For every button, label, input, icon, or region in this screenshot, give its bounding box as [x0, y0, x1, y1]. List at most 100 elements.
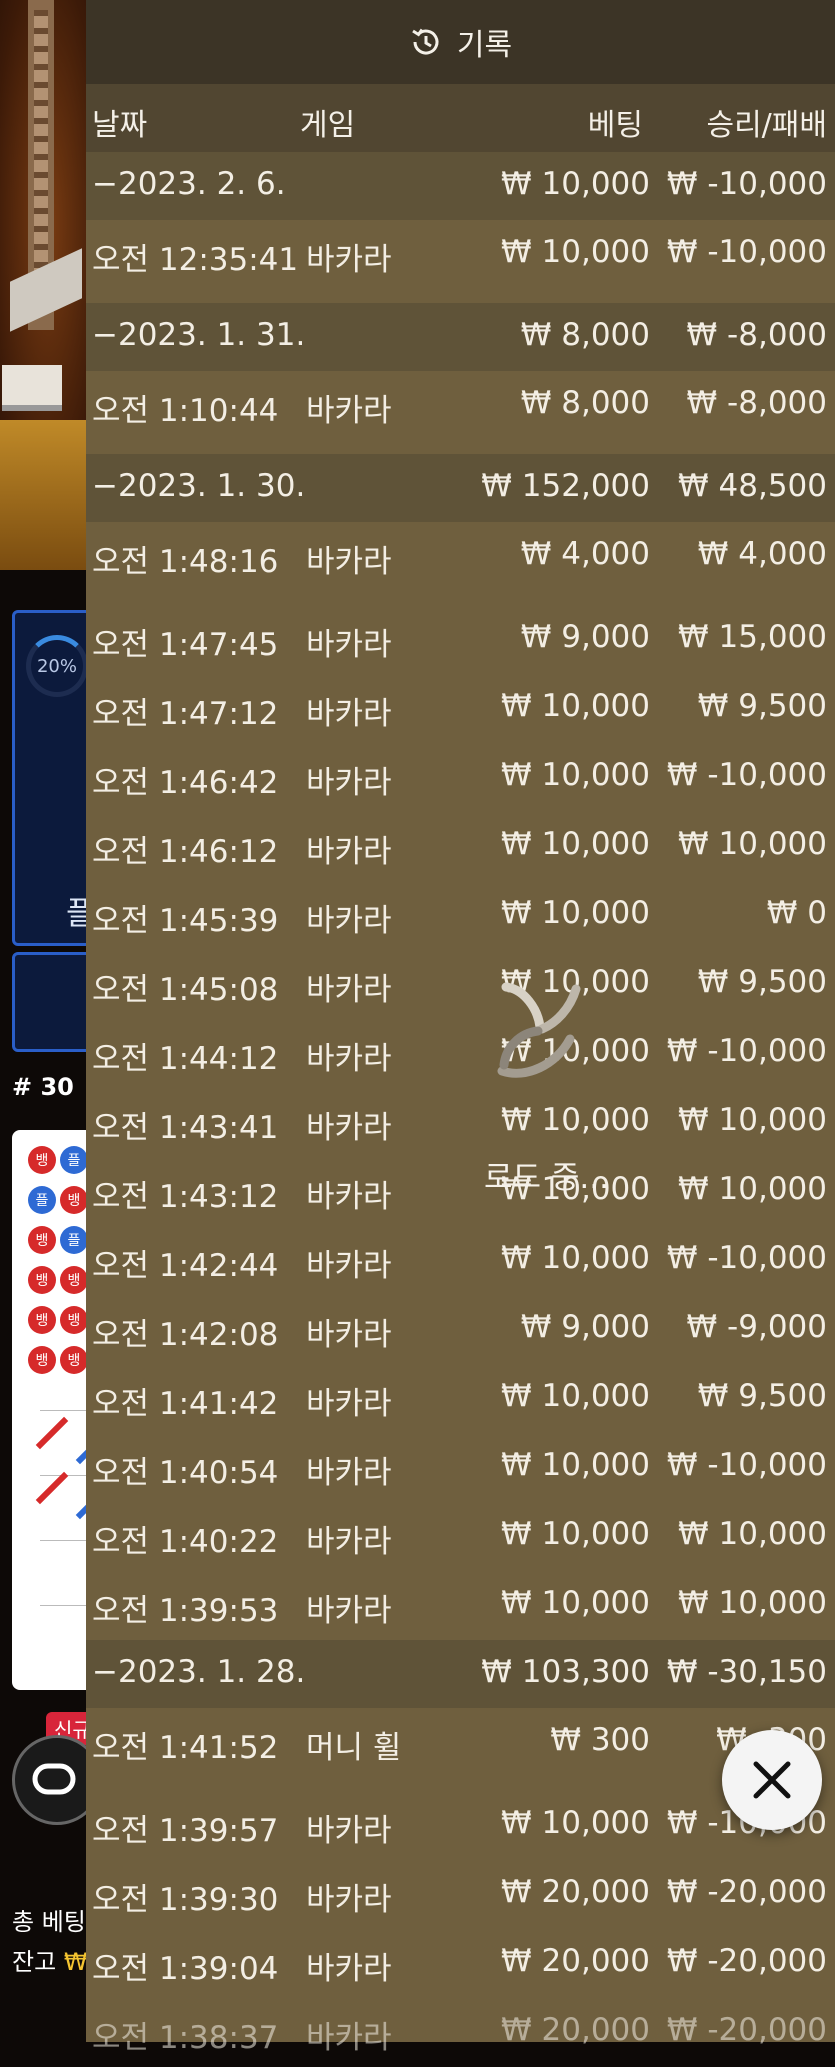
row-bet: ₩ 10,000	[501, 826, 650, 862]
row-time: 오전 1:46:12	[92, 834, 279, 870]
road-chip: 플	[60, 1146, 88, 1174]
row-bet: ₩ 10,000	[501, 1805, 650, 1841]
road-mark	[35, 1471, 69, 1505]
row-time: 오전 1:39:57	[92, 1813, 279, 1849]
row-game: 바카라	[306, 1386, 392, 1422]
history-row[interactable]: 오전 1:47:12 바카라 ₩ 10,000 ₩ 9,500	[86, 674, 835, 743]
row-result: ₩ 10,000	[678, 1585, 827, 1621]
history-row[interactable]: 오전 1:42:08 바카라 ₩ 9,000 ₩ -9,000	[86, 1295, 835, 1364]
row-result: ₩ -10,000	[666, 166, 827, 202]
history-row[interactable]: 오전 1:48:16 바카라 ₩ 4,000 ₩ 4,000	[86, 522, 835, 605]
row-bet: ₩ 20,000	[501, 1874, 650, 1910]
row-time: 오전 12:35:41	[92, 242, 299, 278]
road-chip: 플	[60, 1226, 88, 1254]
row-time: 오전 1:45:08	[92, 972, 279, 1008]
spinner-icon	[497, 982, 581, 1078]
history-row[interactable]: 오전 12:35:41 바카라 ₩ 10,000 ₩ -10,000	[86, 220, 835, 303]
row-result: ₩ -10,000	[666, 757, 827, 793]
row-bet: ₩ 20,000	[501, 2012, 650, 2048]
row-game: 바카라	[306, 393, 392, 429]
row-time: 오전 1:41:52	[92, 1730, 279, 1766]
history-row[interactable]: 오전 1:42:44 바카라 ₩ 10,000 ₩ -10,000	[86, 1226, 835, 1295]
row-bet: ₩ 9,000	[520, 619, 650, 655]
history-row[interactable]: 오전 1:39:30 바카라 ₩ 20,000 ₩ -20,000	[86, 1860, 835, 1929]
history-row[interactable]: 오전 1:39:57바카라₩ 10,000₩ -10,000	[86, 1791, 835, 1860]
close-button[interactable]	[722, 1730, 822, 1830]
row-result: ₩ -9,000	[686, 1309, 827, 1345]
date-group-row[interactable]: −2023. 1. 30. ₩ 152,000 ₩ 48,500	[86, 454, 835, 522]
row-time: 오전 1:46:42	[92, 765, 279, 801]
column-game: 게임	[300, 108, 356, 143]
row-result: ₩ 4,000	[697, 536, 827, 572]
history-row[interactable]: 오전 1:41:42 바카라 ₩ 10,000 ₩ 9,500	[86, 1364, 835, 1433]
row-result: ₩ -8,000	[686, 385, 827, 421]
row-result: ₩ 9,500	[697, 964, 827, 1000]
history-row[interactable]: 오전 1:46:12 바카라 ₩ 10,000 ₩ 10,000	[86, 812, 835, 881]
row-time: 오전 1:43:12	[92, 1179, 279, 1215]
history-row[interactable]: 오전 1:40:22 바카라 ₩ 10,000 ₩ 10,000	[86, 1502, 835, 1571]
row-game: 바카라	[306, 627, 392, 663]
road-chip: 플	[28, 1186, 56, 1214]
row-bet: ₩ 10,000	[501, 1447, 650, 1483]
history-row[interactable]: 오전 1:39:53 바카라 ₩ 10,000 ₩ 10,000	[86, 1571, 835, 1640]
date-group-row[interactable]: −2023. 1. 31. ₩ 8,000 ₩ -8,000	[86, 303, 835, 371]
history-icon	[412, 28, 439, 55]
history-row[interactable]: 오전 1:46:42 바카라 ₩ 10,000 ₩ -10,000	[86, 743, 835, 812]
history-row[interactable]: 오전 1:43:41 바카라 ₩ 10,000 ₩ 10,000	[86, 1088, 835, 1157]
row-time: 오전 1:42:08	[92, 1317, 279, 1353]
history-row[interactable]: 오전 1:45:08 바카라 ₩ 10,000 ₩ 9,500	[86, 950, 835, 1019]
row-game: 바카라	[306, 1179, 392, 1215]
row-time: 오전 1:40:22	[92, 1524, 279, 1560]
row-game: 바카라	[306, 1813, 392, 1849]
history-row[interactable]: 오전 1:40:54 바카라 ₩ 10,000 ₩ -10,000	[86, 1433, 835, 1502]
history-row[interactable]: 오전 1:47:45 바카라 ₩ 9,000 ₩ 15,000	[86, 605, 835, 674]
loading-text: 로드 중...	[484, 1160, 609, 1196]
column-bet: 베팅	[587, 108, 643, 143]
date-group-row[interactable]: −2023. 2. 6. ₩ 10,000 ₩ -10,000	[86, 152, 835, 220]
history-panel: 기록 날짜 게임 베팅 승리/패배 −2023. 2. 6. ₩ 10,000 ₩ …	[86, 0, 835, 2056]
row-game: 바카라	[306, 765, 392, 801]
row-result: ₩ -20,000	[666, 1874, 827, 1910]
row-time: 오전 1:41:42	[92, 1386, 279, 1422]
history-row[interactable]: 오전 1:44:12 바카라 ₩ 10,000 ₩ -10,000	[86, 1019, 835, 1088]
row-game: 머니 휠	[306, 1730, 402, 1766]
road-chip: 뱅	[28, 1346, 56, 1374]
date-group-row[interactable]: −2023. 1. 28. ₩ 103,300 ₩ -30,150	[86, 1640, 835, 1708]
row-bet: ₩ 10,000	[501, 1585, 650, 1621]
balance: 잔고 ₩	[12, 1942, 88, 1977]
row-time: 오전 1:44:12	[92, 1041, 279, 1077]
row-time: 오전 1:47:45	[92, 627, 279, 663]
road-chip: 뱅	[60, 1306, 88, 1334]
row-bet: ₩ 10,000	[501, 1516, 650, 1552]
row-game: 바카라	[306, 1524, 392, 1560]
road-chip: 뱅	[28, 1266, 56, 1294]
road-chip: 뱅	[60, 1266, 88, 1294]
row-result: ₩ 48,500	[678, 468, 827, 504]
history-row[interactable]: 오전 1:45:39 바카라 ₩ 10,000 ₩ 0	[86, 881, 835, 950]
road-chip: 뱅	[28, 1306, 56, 1334]
balance-currency: ₩	[63, 1948, 88, 1976]
row-result: ₩ -10,000	[666, 1033, 827, 1069]
road-chip: 뱅	[60, 1186, 88, 1214]
column-date: 날짜	[92, 108, 148, 143]
row-result: ₩ 10,000	[678, 1171, 827, 1207]
history-row[interactable]: 오전 1:43:12 바카라 ₩ 10,000 ₩ 10,000	[86, 1157, 835, 1226]
row-game: 바카라	[306, 1593, 392, 1629]
row-bet: ₩ 10,000	[501, 1102, 650, 1138]
row-time: 오전 1:39:30	[92, 1882, 279, 1918]
row-time: 오전 1:42:44	[92, 1248, 279, 1284]
row-game: 바카라	[306, 1317, 392, 1353]
row-result: ₩ 9,500	[697, 1378, 827, 1414]
row-game: 바카라	[306, 1110, 392, 1146]
row-bet: ₩ 10,000	[501, 688, 650, 724]
history-row[interactable]: 오전 1:39:04 바카라 ₩ 20,000 ₩ -20,000	[86, 1929, 835, 1998]
group-date: −2023. 2. 6.	[92, 166, 286, 202]
history-row[interactable]: 오전 1:10:44 바카라 ₩ 8,000 ₩ -8,000	[86, 371, 835, 454]
row-result: ₩ -20,000	[666, 1943, 827, 1979]
history-row[interactable]: 오전 1:38:37 바카라 ₩ 20,000 ₩ -20,000	[86, 1998, 835, 2067]
row-bet: ₩ 10,000	[501, 895, 650, 931]
history-title: 기록	[456, 28, 513, 63]
history-header: 기록	[86, 0, 835, 84]
row-result: ₩ -10,000	[666, 234, 827, 270]
row-game: 바카라	[306, 972, 392, 1008]
